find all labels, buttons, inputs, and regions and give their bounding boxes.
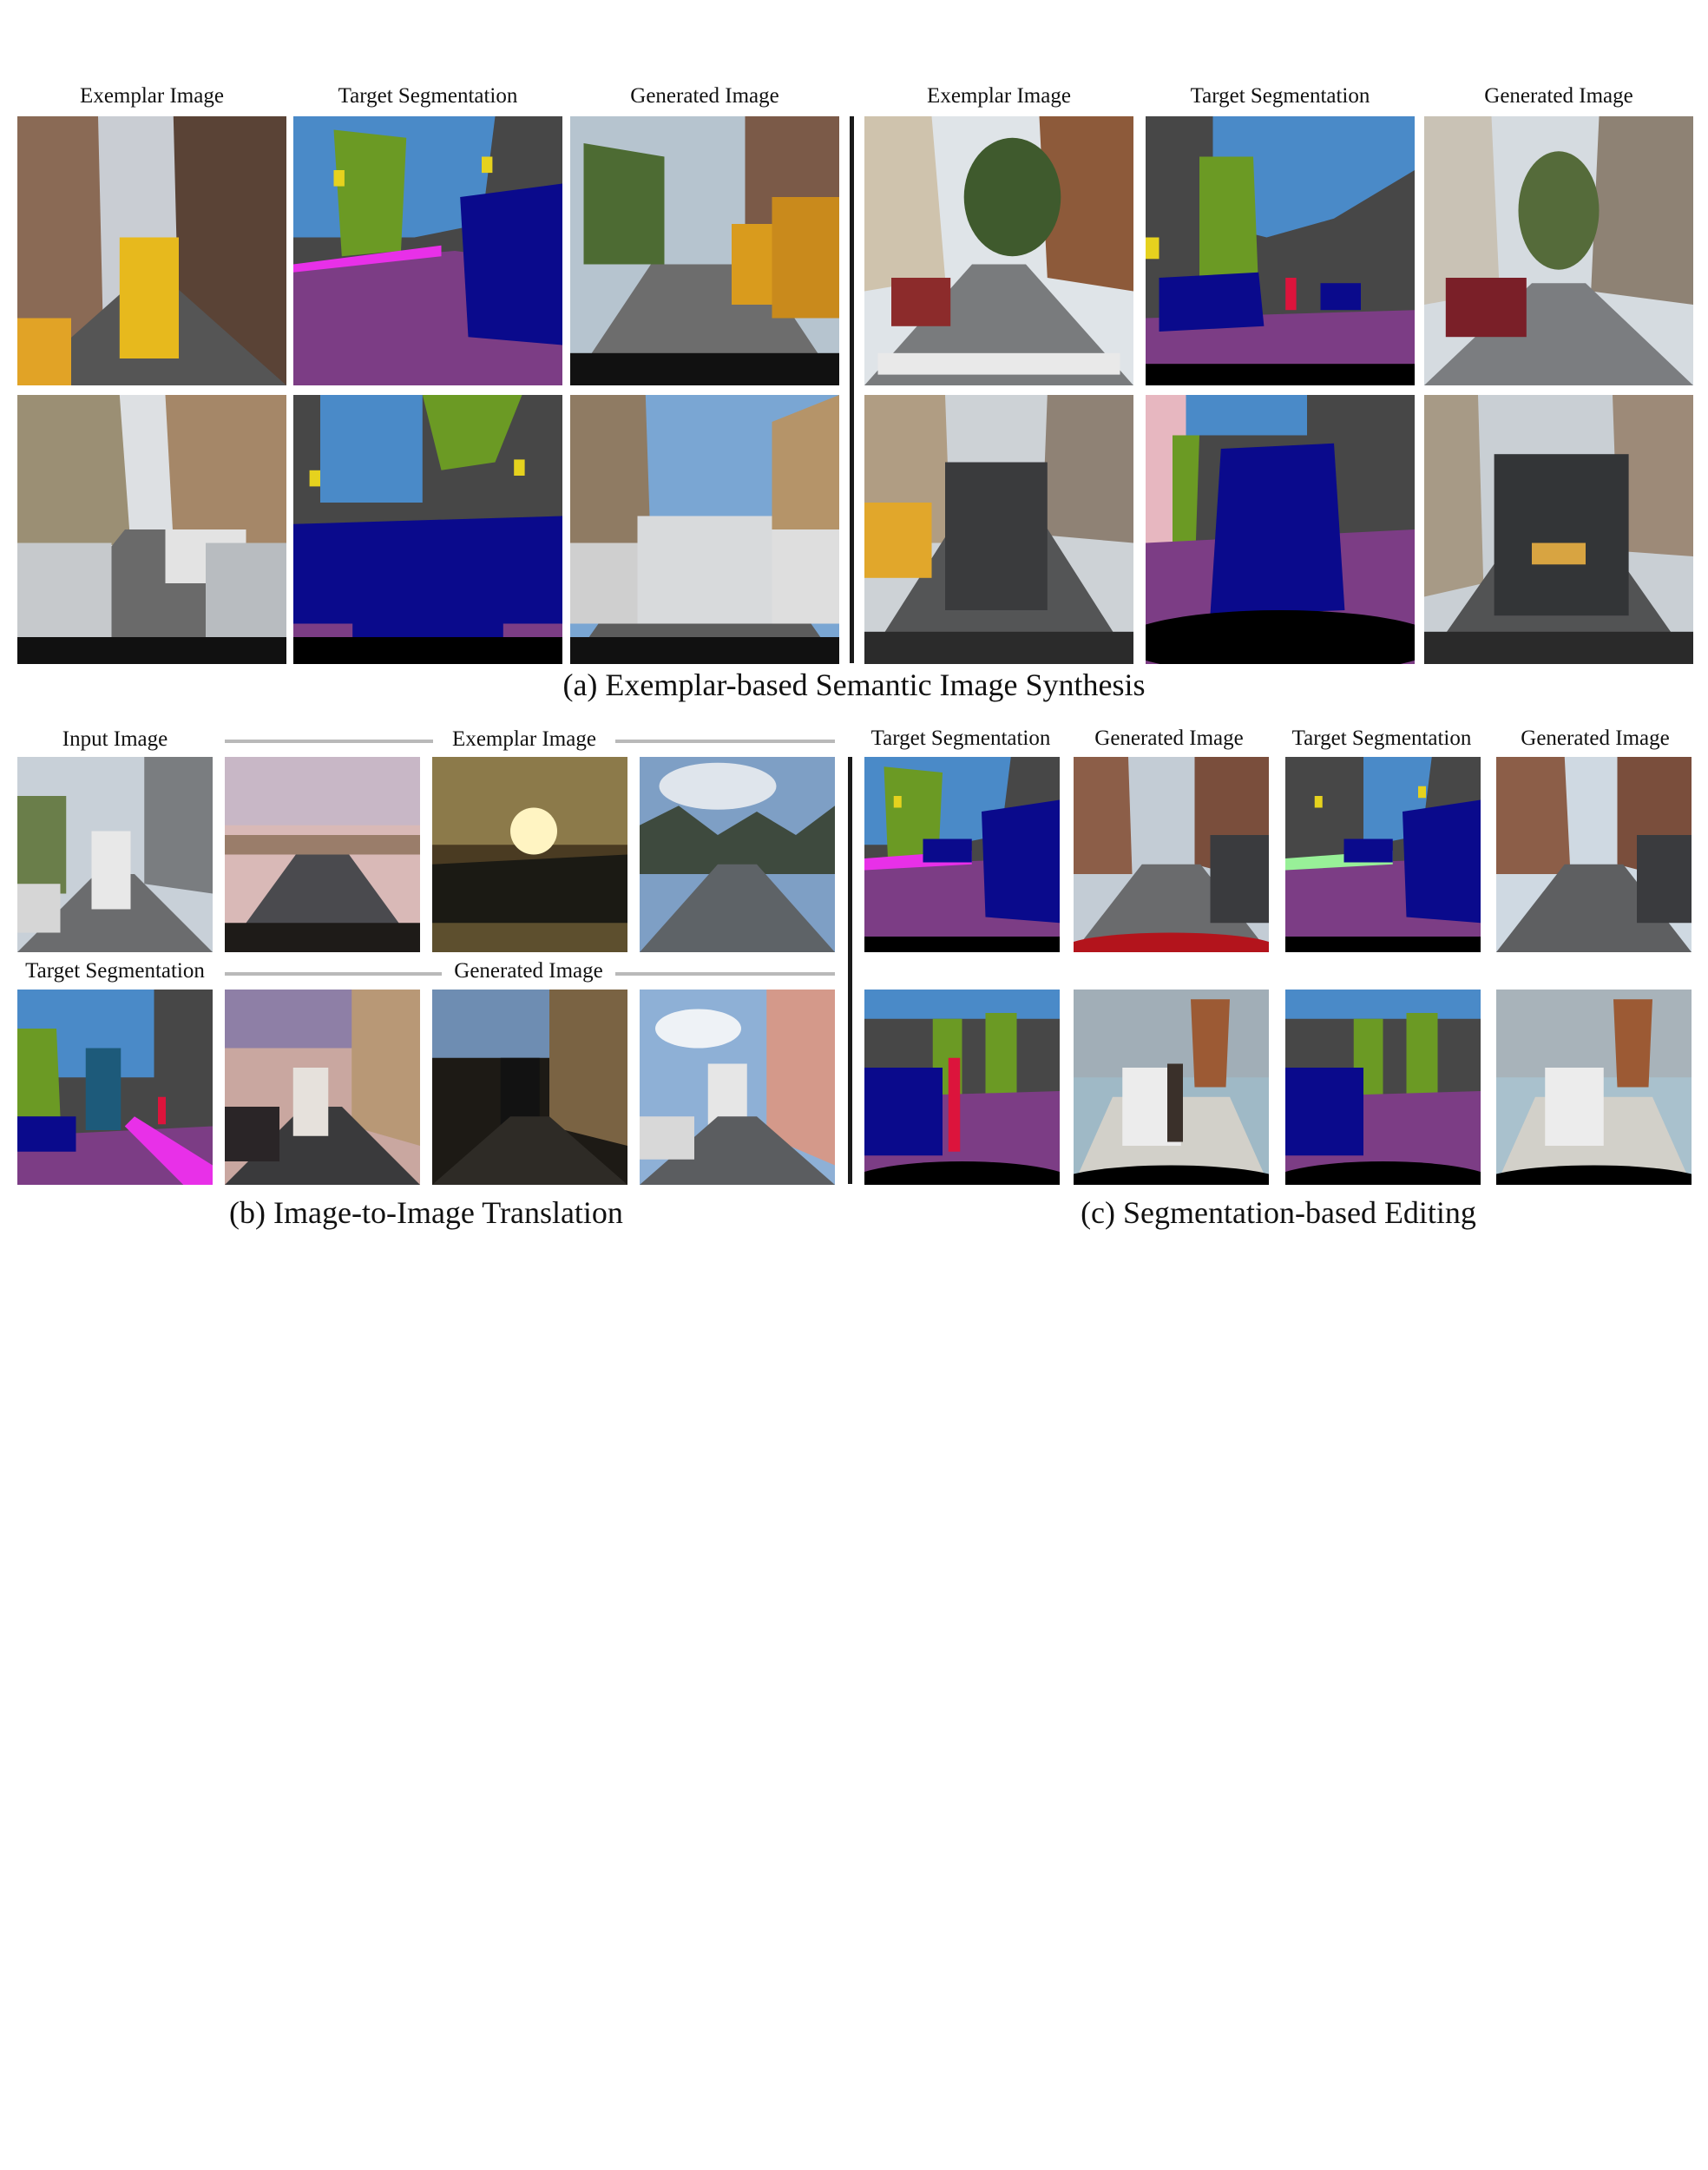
target-segmentation: [1285, 990, 1481, 1185]
header-generated-image: Generated Image: [1094, 727, 1244, 750]
exemplar-image: [640, 757, 835, 952]
exemplar-image: [17, 395, 286, 664]
target-segmentation: [293, 116, 562, 385]
header-generated-image: Generated Image: [1484, 84, 1633, 108]
exemplar-image: [864, 116, 1133, 385]
exemplar-image: [17, 116, 286, 385]
header-input-image: Input Image: [62, 727, 168, 751]
target-segmentation: [17, 990, 213, 1185]
caption-a: (a) Exemplar-based Semantic Image Synthe…: [562, 667, 1146, 702]
target-segmentation: [864, 990, 1060, 1185]
generated-image: [640, 990, 835, 1185]
caption-c: (c) Segmentation-based Editing: [1081, 1195, 1476, 1230]
target-segmentation: [1285, 757, 1481, 952]
generated-image: [1496, 757, 1692, 952]
exemplar-image: [225, 757, 420, 952]
header-target-segmentation: Target Segmentation: [338, 84, 518, 108]
generated-image: [1496, 990, 1692, 1185]
generated-image: [1424, 116, 1693, 385]
caption-b: (b) Image-to-Image Translation: [229, 1195, 623, 1230]
header-generated-image: Generated Image: [454, 959, 603, 983]
header-generated-image: Generated Image: [1521, 727, 1670, 750]
target-segmentation: [864, 757, 1060, 952]
header-exemplar-image: Exemplar Image: [927, 84, 1071, 108]
input-image: [17, 757, 213, 952]
section-divider: [848, 757, 852, 1184]
target-segmentation: [1146, 395, 1415, 664]
rule: [225, 972, 442, 976]
generated-image: [1074, 990, 1269, 1185]
header-exemplar-image: Exemplar Image: [452, 727, 596, 751]
header-target-segmentation: Target Segmentation: [1190, 84, 1370, 108]
generated-image: [1074, 757, 1269, 952]
header-target-segmentation: Target Segmentation: [870, 727, 1051, 750]
exemplar-image: [432, 757, 627, 952]
section-divider: [850, 116, 854, 663]
header-target-segmentation: Target Segmentation: [1291, 727, 1472, 750]
header-generated-image: Generated Image: [630, 84, 779, 108]
rule: [615, 740, 835, 743]
target-segmentation: [293, 395, 562, 664]
header-exemplar-image: Exemplar Image: [80, 84, 224, 108]
generated-image: [225, 990, 420, 1185]
generated-image: [570, 395, 839, 664]
header-target-segmentation: Target Segmentation: [25, 959, 205, 983]
target-segmentation: [1146, 116, 1415, 385]
generated-image: [1424, 395, 1693, 664]
rule: [225, 740, 433, 743]
exemplar-image: [864, 395, 1133, 664]
generated-image: [570, 116, 839, 385]
rule: [615, 972, 835, 976]
generated-image: [432, 990, 627, 1185]
